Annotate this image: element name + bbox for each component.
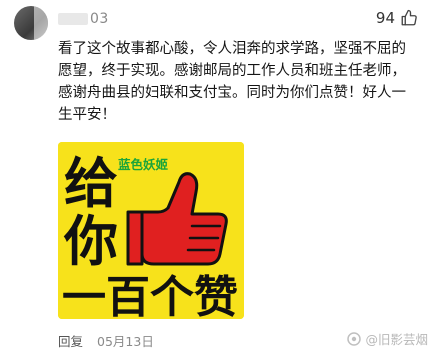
thumbs-up-icon[interactable]: [400, 9, 418, 27]
avatar-shade: [34, 6, 48, 40]
sticker-bottom-text: 一百个赞: [62, 272, 238, 319]
username-text: 03: [90, 11, 109, 27]
sticker-char-2: 你: [63, 210, 118, 273]
sticker-label: 蓝色妖姬: [118, 157, 169, 172]
like-count: 94: [375, 9, 395, 27]
username[interactable]: 03: [58, 11, 109, 27]
watermark-logo-icon: [347, 331, 362, 346]
avatar[interactable]: [14, 6, 48, 40]
watermark-text: @旧影芸烟: [365, 332, 428, 347]
reply-button[interactable]: 回复: [58, 331, 83, 350]
comment-footer: 回复 05月13日: [58, 331, 154, 350]
username-mask: [58, 13, 88, 25]
comment-text: 看了这个故事都心酸，令人泪奔的求学路，坚强不屈的愿望，终于实现。感谢邮局的工作人…: [58, 41, 406, 123]
comment-date: 05月13日: [97, 334, 154, 349]
sticker-image[interactable]: 给 你 蓝色妖姬 一百个赞: [58, 142, 244, 319]
like-control[interactable]: 94: [376, 9, 418, 27]
sticker-char-1: 给: [64, 152, 118, 215]
watermark: @旧影芸烟: [347, 329, 428, 348]
